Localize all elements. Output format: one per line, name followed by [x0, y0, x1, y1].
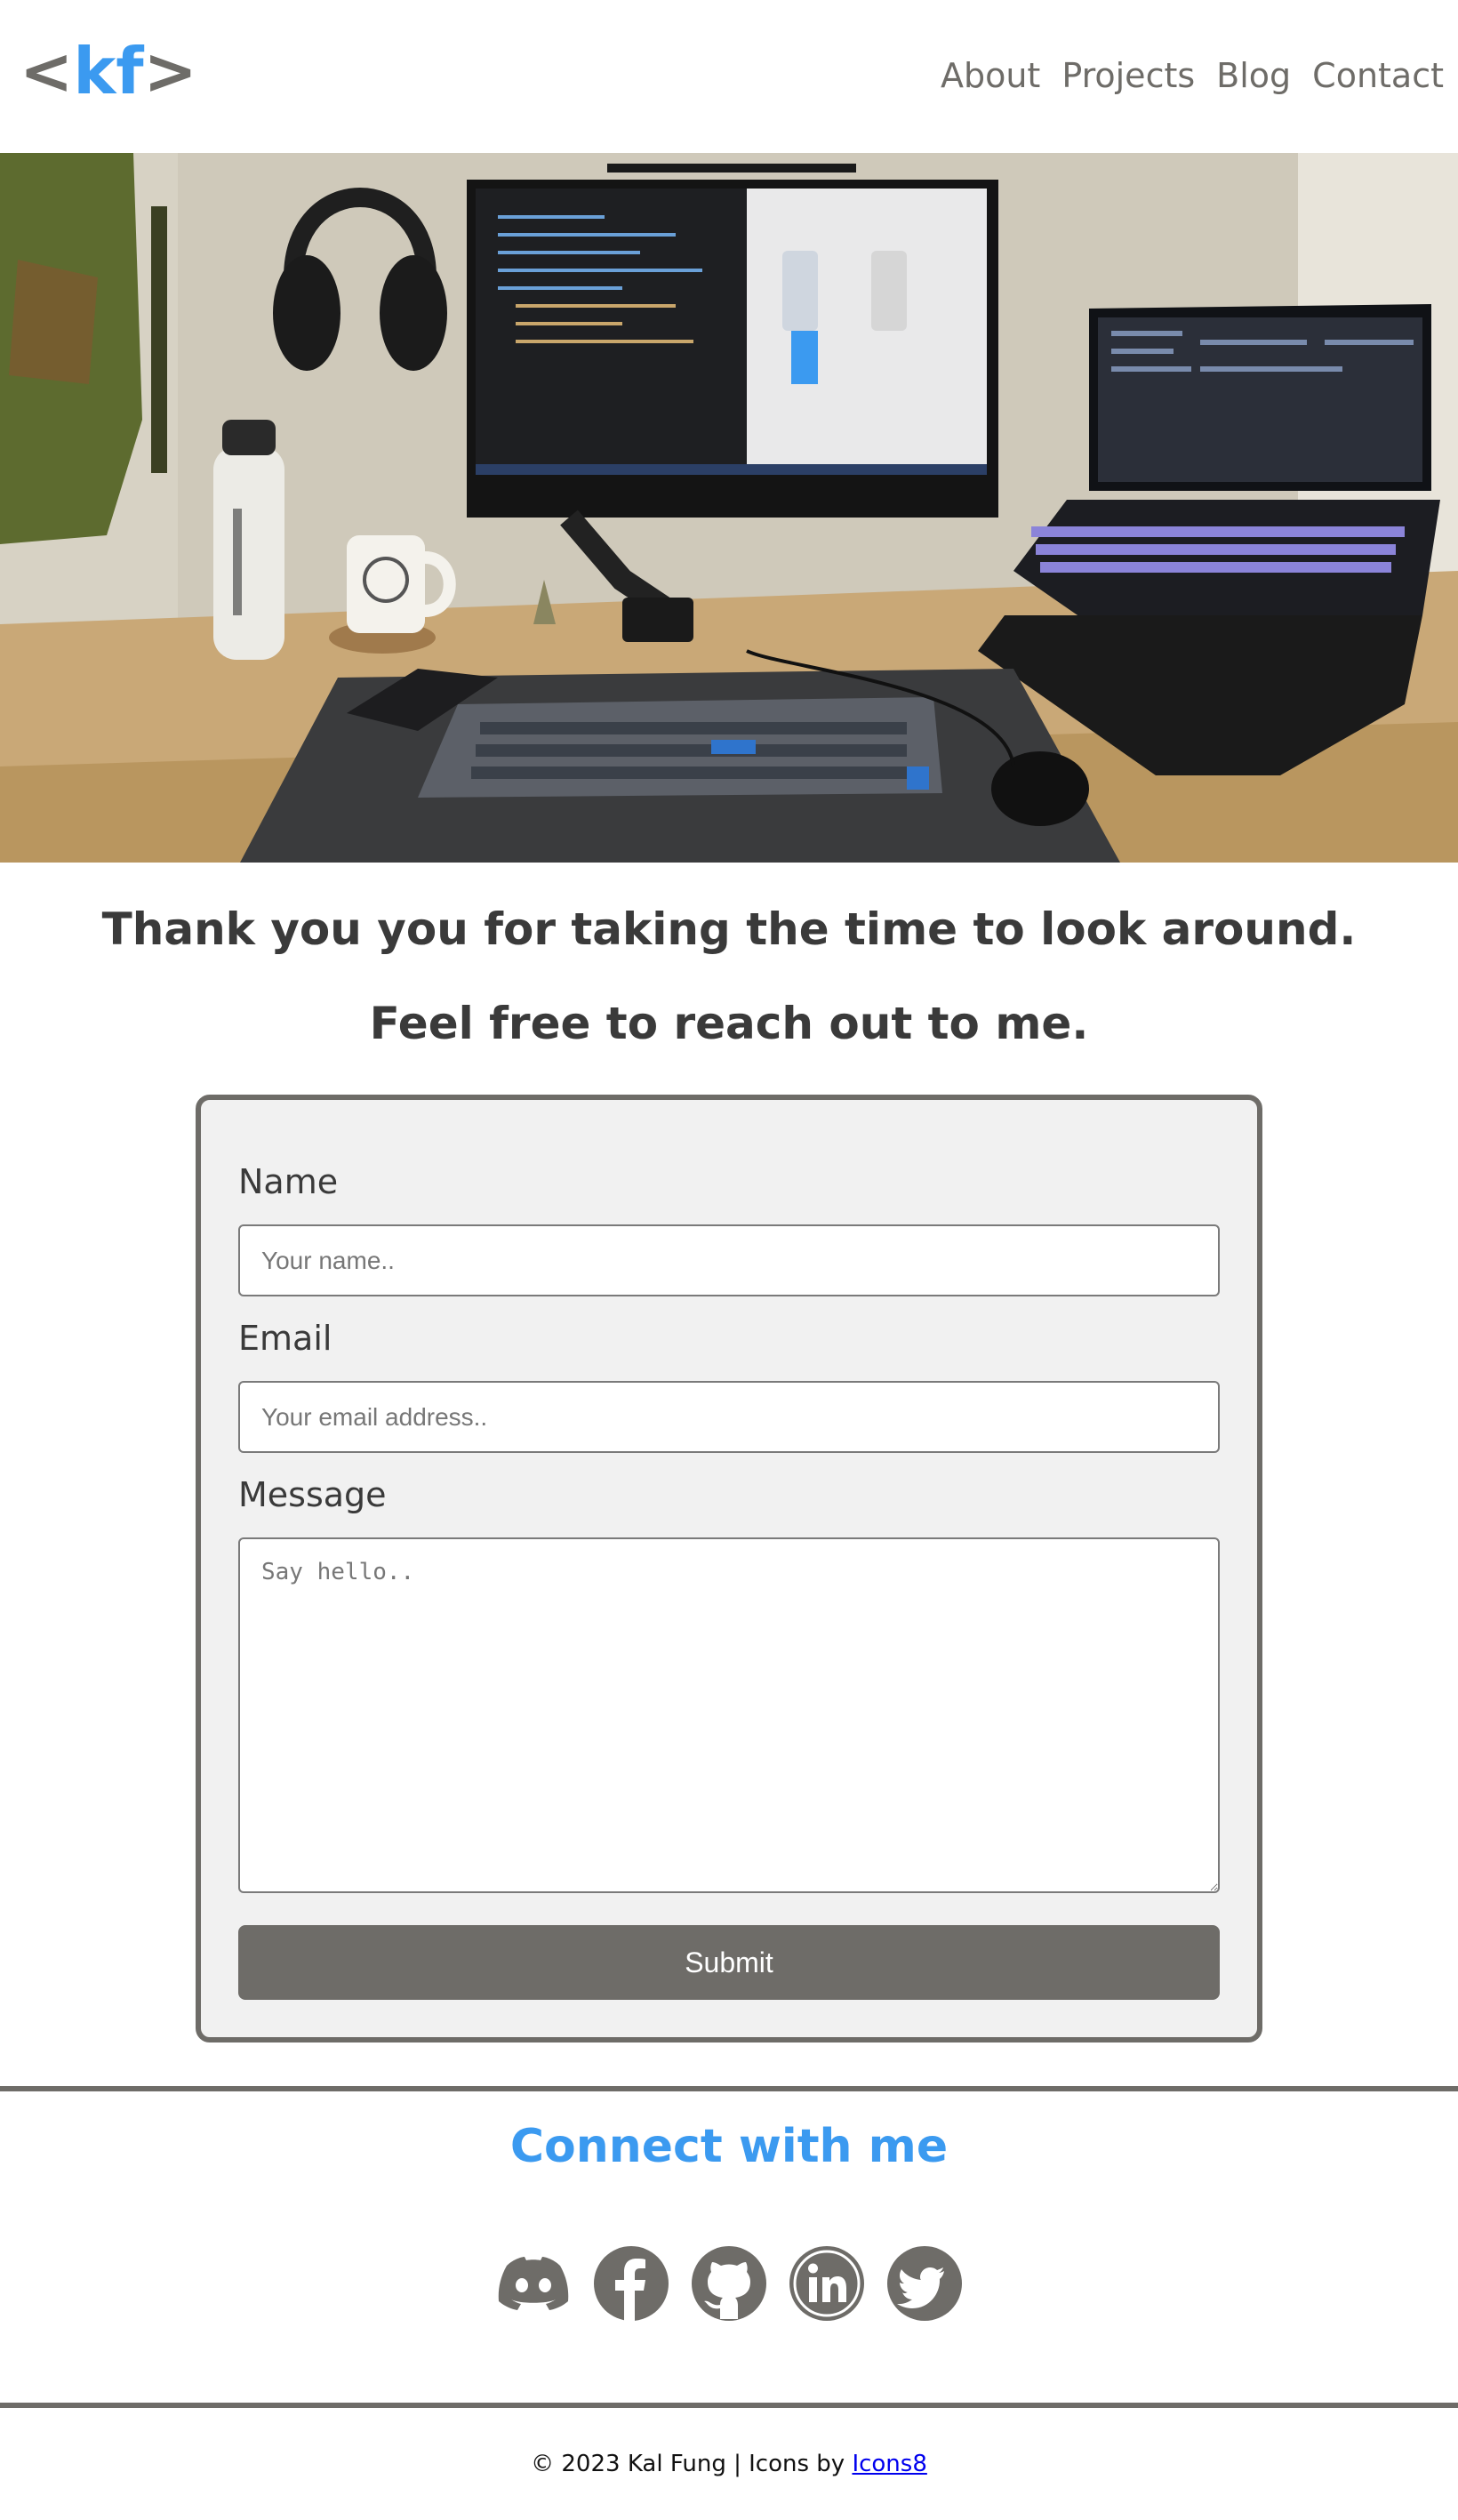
email-label: Email: [238, 1319, 332, 1358]
logo-open-bracket: <: [20, 34, 74, 108]
connect-heading: Connect with me: [509, 2120, 949, 2173]
site-header: <kf> About Projects Blog Contact: [0, 0, 1458, 153]
thank-you-heading: Thank you you for taking the time to loo…: [101, 903, 1357, 955]
nav-contact[interactable]: Contact: [1312, 53, 1444, 98]
hero-image: [0, 153, 1458, 863]
reach-out-heading: Feel free to reach out to me.: [369, 998, 1089, 1049]
social-links: [0, 2244, 1458, 2323]
twitter-icon[interactable]: [885, 2244, 964, 2323]
copyright-text: © 2023 Kal Fung | Icons by: [531, 2451, 853, 2477]
main-nav: About Projects Blog Contact: [941, 53, 1444, 98]
logo-close-bracket: >: [143, 34, 197, 108]
submit-button[interactable]: Submit: [238, 1925, 1220, 2000]
name-input[interactable]: [238, 1224, 1220, 1296]
email-input[interactable]: [238, 1381, 1220, 1453]
name-label: Name: [238, 1162, 339, 1201]
linkedin-icon[interactable]: [788, 2244, 866, 2323]
nav-blog[interactable]: Blog: [1216, 53, 1291, 98]
site-footer: © 2023 Kal Fung | Icons by Icons8: [0, 2451, 1458, 2477]
facebook-icon[interactable]: [592, 2244, 670, 2323]
icons8-link[interactable]: Icons8: [852, 2451, 926, 2477]
message-label: Message: [238, 1475, 387, 1514]
section-divider: [0, 2086, 1458, 2091]
nav-projects[interactable]: Projects: [1061, 53, 1195, 98]
github-icon[interactable]: [690, 2244, 768, 2323]
message-textarea[interactable]: [238, 1537, 1220, 1893]
logo-initials: kf: [73, 34, 144, 108]
discord-icon[interactable]: [494, 2244, 573, 2323]
site-logo[interactable]: <kf>: [20, 27, 197, 116]
footer-divider: [0, 2403, 1458, 2408]
contact-form: Name Email Message Submit: [196, 1095, 1262, 2042]
nav-about[interactable]: About: [941, 53, 1040, 98]
